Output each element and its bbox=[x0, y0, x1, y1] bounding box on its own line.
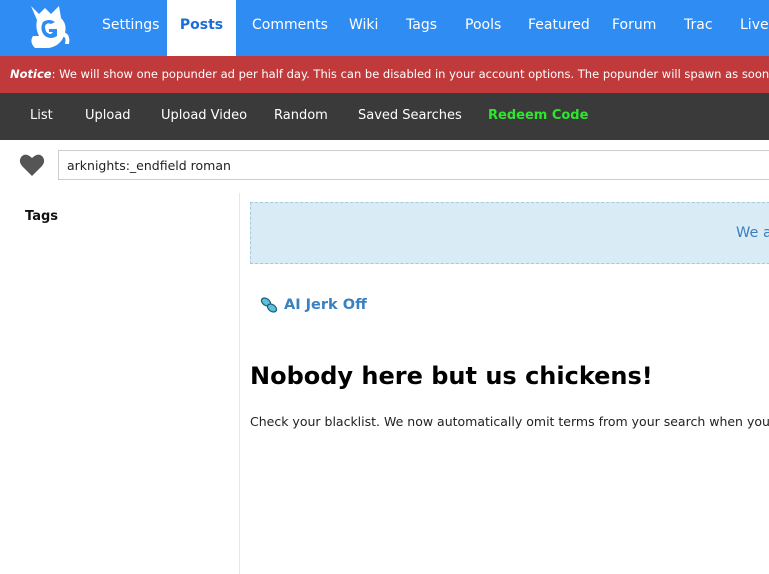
sidebar-divider bbox=[239, 193, 240, 574]
ai-jerk-off-link[interactable]: AI Jerk Off bbox=[260, 294, 367, 316]
subnav-upload[interactable]: Upload bbox=[85, 93, 131, 139]
pill-icon bbox=[260, 297, 278, 313]
nav-wiki[interactable]: Wiki bbox=[349, 0, 378, 56]
subnav-random[interactable]: Random bbox=[274, 93, 328, 139]
announcement-text: We a bbox=[736, 225, 769, 241]
blacklist-message: Check your blacklist. We now automatical… bbox=[250, 414, 769, 429]
nav-trac[interactable]: Trac bbox=[684, 0, 713, 56]
search-input[interactable] bbox=[58, 150, 769, 180]
subnav-saved-searches[interactable]: Saved Searches bbox=[358, 93, 462, 139]
notice-label: Notice bbox=[10, 67, 52, 81]
nav-posts[interactable]: Posts bbox=[167, 0, 236, 56]
ai-link-label: AI Jerk Off bbox=[284, 297, 367, 313]
notice-bar: Notice: We will show one popunder ad per… bbox=[0, 56, 769, 93]
nav-forum[interactable]: Forum bbox=[612, 0, 656, 56]
top-navigation: Settings Posts Comments Wiki Tags Pools … bbox=[0, 0, 769, 56]
site-logo-icon[interactable] bbox=[25, 2, 73, 52]
nav-live[interactable]: Live bbox=[740, 0, 769, 56]
subnav-redeem-code[interactable]: Redeem Code bbox=[488, 93, 588, 139]
announcement-box: We a bbox=[250, 202, 769, 264]
nav-tags[interactable]: Tags bbox=[406, 0, 437, 56]
nav-settings[interactable]: Settings bbox=[102, 0, 159, 56]
sub-navigation: List Upload Upload Video Random Saved Se… bbox=[0, 93, 769, 140]
page-headline: Nobody here but us chickens! bbox=[250, 362, 653, 390]
subnav-upload-video[interactable]: Upload Video bbox=[161, 93, 247, 139]
sidebar-tags-title: Tags bbox=[25, 209, 59, 224]
heart-icon[interactable] bbox=[19, 153, 45, 177]
notice-text: : We will show one popunder ad per half … bbox=[51, 67, 769, 81]
nav-comments[interactable]: Comments bbox=[252, 0, 328, 56]
subnav-list[interactable]: List bbox=[30, 93, 53, 139]
nav-pools[interactable]: Pools bbox=[465, 0, 501, 56]
nav-featured[interactable]: Featured bbox=[528, 0, 590, 56]
